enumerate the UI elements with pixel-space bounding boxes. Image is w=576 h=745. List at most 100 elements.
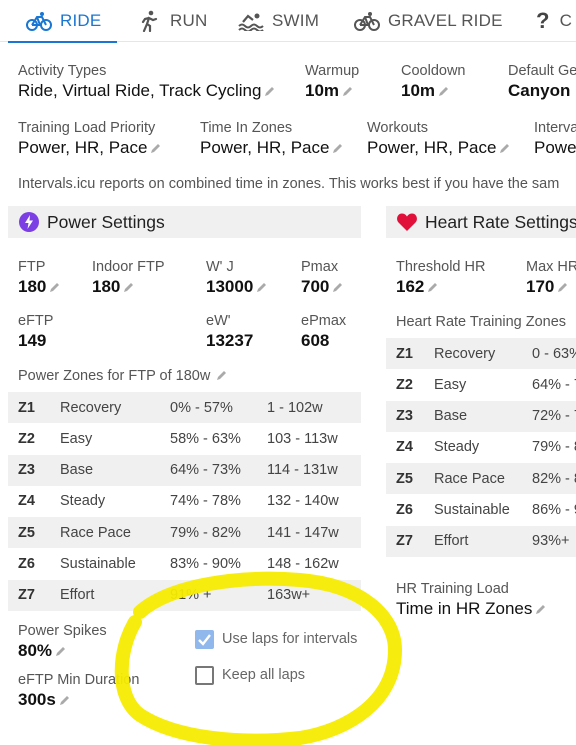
edit-icon[interactable] [216, 369, 228, 381]
cooldown-label: Cooldown [401, 63, 466, 79]
hr-zones-table: Z1 Recovery 0 - 63% Z2 Easy 64% - 7 Z3 Base 72% … [386, 338, 576, 558]
indoor-ftp-value[interactable]: 180 [92, 277, 135, 297]
hr-zone-pct: 64% - 7 [532, 376, 576, 393]
use-laps-label[interactable]: Use laps for intervals [222, 631, 357, 647]
tab-swim-label: SWIM [272, 11, 320, 30]
power-zone-name: Easy [60, 430, 93, 447]
edit-icon[interactable] [438, 82, 450, 96]
hr-training-load-value[interactable]: Time in HR Zones [396, 599, 547, 619]
hr-zone-pct: 82% - 8 [532, 470, 576, 487]
power-zone-pct: 0% - 57% [170, 399, 233, 416]
time-in-zones-value[interactable]: Power, HR, Pace [200, 138, 344, 158]
swim-icon [238, 10, 264, 32]
workouts-value[interactable]: Power, HR, Pace [367, 138, 511, 158]
power-zone-id: Z6 [18, 556, 35, 572]
ew-label: eW' [206, 313, 231, 329]
power-zone-row: Z7 Effort 91% + 163w+ [8, 579, 361, 611]
default-gear-value[interactable]: Canyon E [508, 81, 576, 101]
eftp-value: 149 [18, 331, 47, 350]
power-zone-row: Z2 Easy 58% - 63% 103 - 113w [8, 423, 361, 454]
edit-icon[interactable] [427, 278, 439, 292]
epmax-label: ePmax [301, 313, 347, 329]
cooldown-value[interactable]: 10m [401, 81, 450, 101]
tab-run-label: RUN [170, 11, 208, 30]
hr-zone-pct: 79% - 8 [532, 439, 576, 456]
activity-types-value[interactable]: Ride, Virtual Ride, Track Cycling [18, 81, 276, 101]
eftp-min-duration-label: eFTP Min Duration [18, 672, 140, 688]
power-zone-row: Z4 Steady 74% - 78% 132 - 140w [8, 486, 361, 517]
keep-all-laps-label[interactable]: Keep all laps [222, 667, 305, 683]
power-zone-watts: 114 - 131w [267, 462, 338, 479]
tab-help[interactable]: ? C [536, 0, 572, 42]
tab-run[interactable]: RUN [136, 0, 207, 42]
eftp-min-duration-value[interactable]: 300s [18, 690, 71, 710]
hr-zone-name: Easy [434, 376, 467, 393]
power-zones-table: Z1 Recovery 0% - 57% 1 - 102w Z2 Easy 58% - 63… [8, 392, 361, 612]
power-zone-watts: 148 - 162w [267, 556, 339, 572]
hr-zone-name: Steady [434, 439, 480, 456]
edit-icon[interactable] [123, 278, 135, 292]
hr-zone-row: Z5 Race Pace 82% - 8 [386, 463, 576, 495]
hr-zone-pct: 72% - 7 [532, 408, 576, 425]
edit-icon[interactable] [332, 139, 344, 153]
training-load-priority-value[interactable]: Power, HR, Pace [18, 138, 162, 158]
power-zone-id: Z5 [18, 524, 35, 541]
tab-gravel-ride-label: GRAVEL RIDE [388, 11, 503, 30]
tab-ride[interactable]: RIDE [7, 0, 118, 43]
hr-zone-id: Z2 [396, 376, 413, 393]
edit-icon[interactable] [557, 278, 569, 292]
pmax-label: Pmax [301, 259, 339, 275]
edit-icon[interactable] [342, 82, 354, 96]
hr-zone-id: Z6 [396, 502, 413, 518]
threshold-hr-value[interactable]: 162 [396, 277, 439, 297]
question-icon: ? [536, 8, 550, 33]
power-zone-row: Z3 Base 64% - 73% 114 - 131w [8, 454, 361, 486]
activity-types-label: Activity Types [18, 63, 107, 79]
warmup-value[interactable]: 10m [305, 81, 354, 101]
power-zone-id: Z4 [18, 493, 35, 510]
edit-icon[interactable] [499, 139, 511, 153]
keep-all-laps-checkbox[interactable] [195, 666, 214, 685]
max-hr-value[interactable]: 170 [526, 277, 569, 297]
pmax-value[interactable]: 700 [301, 277, 344, 297]
tab-gravel-ride[interactable]: GRAVEL RIDE [354, 0, 503, 42]
power-zone-row: Z6 Sustainable 83% - 90% 148 - 162w [8, 549, 361, 580]
hr-zone-row: Z7 Effort 93%+ [386, 525, 576, 557]
edit-icon[interactable] [49, 278, 61, 292]
hr-zone-row: Z1 Recovery 0 - 63% [386, 338, 576, 369]
hr-zone-id: Z5 [396, 470, 413, 487]
edit-icon[interactable] [256, 278, 268, 292]
power-zone-watts: 1 - 102w [267, 399, 323, 416]
hr-zone-id: Z7 [396, 533, 413, 550]
edit-icon[interactable] [59, 691, 71, 705]
training-load-priority-label: Training Load Priority [18, 120, 156, 136]
edit-icon[interactable] [535, 600, 547, 614]
ftp-value[interactable]: 180 [18, 277, 61, 297]
power-zone-row: Z1 Recovery 0% - 57% 1 - 102w [8, 392, 361, 423]
use-laps-checkbox[interactable] [195, 630, 214, 649]
power-zones-title[interactable]: Power Zones for FTP of 180w [18, 368, 228, 384]
sport-tabs: RIDE RUN SWIM GRAVEL RIDE ? C [0, 0, 576, 43]
hr-zones-title: Heart Rate Training Zones [396, 314, 567, 330]
lightning-icon [18, 211, 40, 233]
epmax-value: 608 [301, 331, 330, 350]
power-spikes-value[interactable]: 80% [18, 641, 67, 661]
power-zone-watts: 163w+ [267, 587, 311, 604]
power-spikes-label: Power Spikes [18, 623, 107, 639]
intervals-value[interactable]: Powe [534, 138, 576, 158]
power-zone-pct: 58% - 63% [170, 430, 241, 447]
power-zone-pct: 91% + [170, 587, 212, 604]
default-gear-label: Default Ge [508, 63, 576, 79]
edit-icon[interactable] [332, 278, 344, 292]
hr-training-load-label: HR Training Load [396, 581, 509, 597]
tab-swim[interactable]: SWIM [238, 0, 319, 42]
ftp-label: FTP [18, 259, 46, 275]
tab-ride-label: RIDE [60, 11, 102, 30]
power-zone-watts: 141 - 147w [267, 524, 339, 541]
max-hr-label: Max HR [526, 259, 576, 275]
edit-icon[interactable] [55, 642, 67, 656]
edit-icon[interactable] [150, 139, 162, 153]
edit-icon[interactable] [264, 82, 276, 96]
wj-value[interactable]: 13000 [206, 277, 268, 297]
power-zone-row: Z5 Race Pace 79% - 82% 141 - 147w [8, 517, 361, 549]
